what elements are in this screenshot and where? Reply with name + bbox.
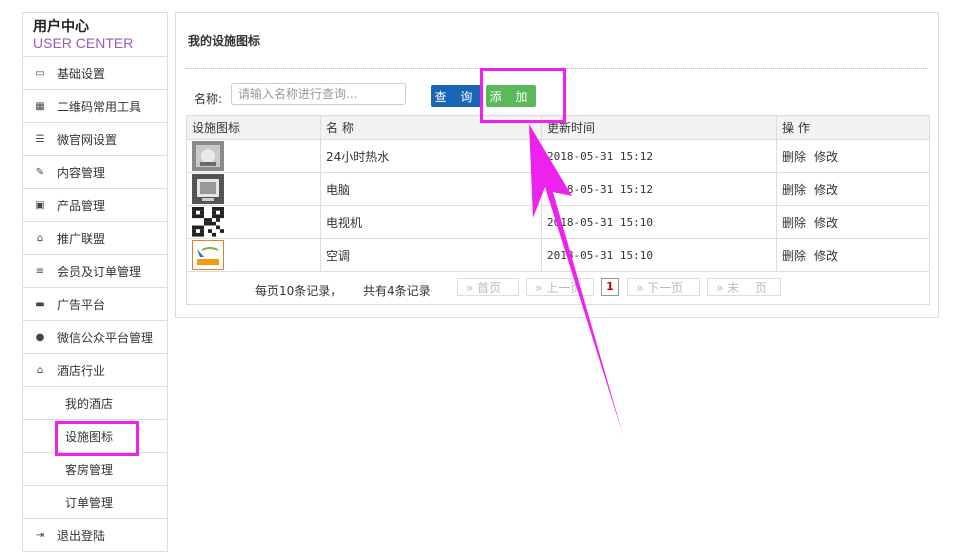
arrow-shape (529, 124, 623, 435)
annotation-arrow (529, 124, 623, 435)
